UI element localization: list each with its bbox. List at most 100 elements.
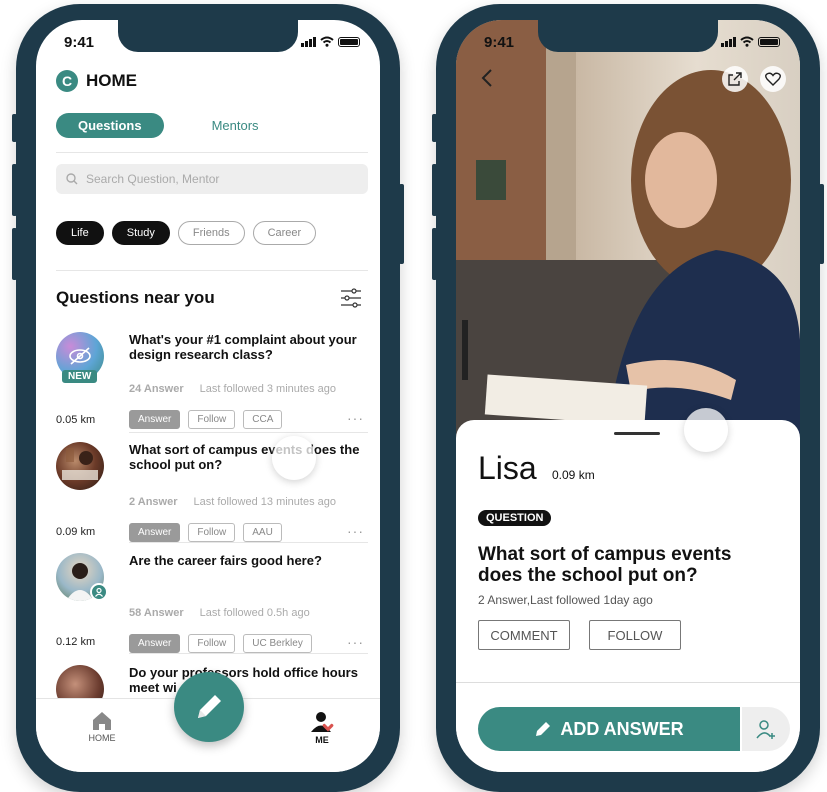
- nav-me-label: ME: [315, 735, 329, 745]
- back-icon[interactable]: [480, 68, 494, 88]
- signal-icon: [721, 37, 736, 47]
- question-actions: Answer Follow AAU: [129, 523, 282, 542]
- answer-count: 58 Answer: [129, 607, 184, 619]
- nav-home-label: HOME: [88, 733, 116, 743]
- notch: [538, 20, 718, 52]
- question-meta: 2 Answer Last followed 13 minutes ago: [129, 496, 336, 508]
- app-logo: C: [56, 70, 78, 92]
- wifi-icon: [740, 36, 754, 47]
- nav-me[interactable]: ME: [292, 711, 352, 745]
- answer-button[interactable]: Answer: [129, 410, 181, 429]
- tab-mentors[interactable]: Mentors: [190, 113, 281, 138]
- battery-icon: [758, 37, 780, 47]
- pencil-icon: [536, 722, 551, 736]
- status-icons: [721, 36, 780, 47]
- search-input[interactable]: Search Question, Mentor: [56, 164, 368, 194]
- search-placeholder: Search Question, Mentor: [86, 172, 220, 186]
- answer-count: 24 Answer: [129, 383, 184, 395]
- invite-mentor-button[interactable]: [742, 707, 790, 751]
- last-followed: Last followed 3 minutes ago: [199, 383, 336, 395]
- new-badge: NEW: [62, 370, 98, 383]
- answer-count: 2 Answer: [129, 496, 178, 508]
- question-badge: QUESTION: [478, 510, 552, 526]
- add-person-icon: [756, 720, 775, 739]
- phone-home: 9:41 C HOME Questions Mentors Search Que…: [12, 4, 404, 792]
- follow-button[interactable]: Follow: [188, 634, 236, 653]
- chip-life[interactable]: Life: [56, 221, 104, 245]
- divider: [56, 270, 368, 271]
- last-followed: Last followed 13 minutes ago: [193, 496, 336, 508]
- detail-screen: 9:41 Lisa 0.09 km QUESTION What sort of …: [456, 20, 800, 772]
- status-time: 9:41: [484, 34, 515, 51]
- school-tag[interactable]: AAU: [243, 523, 282, 542]
- school-tag[interactable]: UC Berkley: [243, 634, 312, 653]
- compose-button[interactable]: [174, 672, 244, 742]
- follow-button[interactable]: Follow: [188, 410, 236, 429]
- question-text[interactable]: What's your #1 complaint about your desi…: [129, 332, 367, 362]
- wifi-icon: [320, 36, 334, 47]
- last-followed: Last followed 0.5h ago: [199, 607, 310, 619]
- list-item[interactable]: 0.09 km What sort of campus events does …: [56, 442, 368, 542]
- nav-home[interactable]: HOME: [72, 711, 132, 743]
- distance: 0.12 km: [56, 636, 96, 648]
- notch: [118, 20, 298, 52]
- volume-up-button: [12, 164, 17, 216]
- tab-bar: Questions Mentors: [56, 113, 281, 138]
- volume-down-button: [12, 228, 17, 280]
- answer-button[interactable]: Answer: [129, 523, 181, 542]
- list-item[interactable]: NEW 0.05 km What's your #1 complaint abo…: [56, 332, 368, 432]
- tab-questions[interactable]: Questions: [56, 113, 164, 138]
- page-title: HOME: [86, 71, 137, 90]
- question-meta: 2 Answer,Last followed 1day ago: [478, 593, 653, 607]
- comment-button[interactable]: COMMENT: [478, 620, 570, 650]
- phone-detail: 9:41 Lisa 0.09 km QUESTION What sort of …: [432, 4, 824, 792]
- follow-button[interactable]: FOLLOW: [589, 620, 681, 650]
- status-time: 9:41: [64, 34, 95, 51]
- answer-button[interactable]: Answer: [129, 634, 181, 653]
- battery-icon: [338, 37, 360, 47]
- question-meta: 58 Answer Last followed 0.5h ago: [129, 607, 310, 619]
- drag-handle[interactable]: [614, 432, 660, 435]
- status-icons: [301, 36, 360, 47]
- share-button[interactable]: [722, 66, 748, 92]
- search-icon: [66, 173, 78, 185]
- heart-icon: [765, 72, 781, 86]
- avatar-photo: [62, 448, 98, 480]
- list-item[interactable]: 0.12 km Are the career fairs good here? …: [56, 553, 368, 653]
- touch-ripple: [272, 436, 316, 480]
- question-text[interactable]: Are the career fairs good here?: [129, 553, 367, 568]
- follow-button[interactable]: Follow: [188, 523, 236, 542]
- question-text[interactable]: What sort of campus events does the scho…: [129, 442, 367, 472]
- volume-up-button: [432, 164, 437, 216]
- detail-card: Lisa 0.09 km QUESTION What sort of campu…: [456, 420, 800, 772]
- question-actions: Answer Follow CCA: [129, 410, 283, 429]
- user-name: Lisa: [478, 450, 537, 486]
- favorite-button[interactable]: [760, 66, 786, 92]
- user-distance: 0.09 km: [552, 468, 595, 482]
- question-text[interactable]: Do your professors hold office hours mee…: [129, 665, 367, 695]
- mentor-badge-icon: [90, 583, 108, 601]
- me-icon: [311, 712, 334, 732]
- chip-career[interactable]: Career: [252, 221, 317, 245]
- question-title: What sort of campus events does the scho…: [478, 544, 732, 586]
- question-meta: 24 Answer Last followed 3 minutes ago: [129, 383, 336, 395]
- home-icon: [93, 712, 111, 730]
- add-answer-button[interactable]: ADD ANSWER: [478, 707, 740, 751]
- filter-icon[interactable]: [340, 288, 362, 308]
- distance: 0.09 km: [56, 526, 96, 538]
- more-icon[interactable]: ···: [347, 410, 364, 426]
- chip-study[interactable]: Study: [111, 221, 170, 245]
- more-icon[interactable]: ···: [347, 523, 364, 539]
- power-button: [399, 184, 404, 264]
- home-header: C HOME: [56, 70, 137, 92]
- divider: [129, 542, 368, 543]
- photo-illustration: [456, 20, 800, 440]
- divider: [129, 653, 368, 654]
- touch-ripple: [684, 408, 728, 452]
- share-icon: [728, 72, 742, 86]
- more-icon[interactable]: ···: [347, 634, 364, 650]
- mute-switch: [12, 114, 17, 142]
- divider: [456, 682, 800, 683]
- chip-friends[interactable]: Friends: [177, 221, 245, 245]
- school-tag[interactable]: CCA: [243, 410, 283, 429]
